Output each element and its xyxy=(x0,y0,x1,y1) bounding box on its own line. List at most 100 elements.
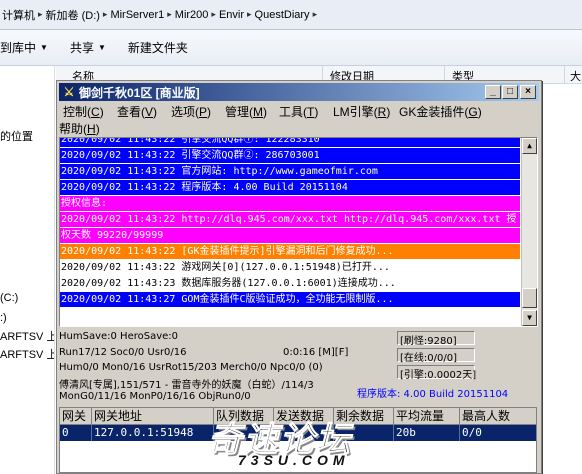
refresh-monster-count: [刷怪:9280] xyxy=(397,331,475,347)
table-header[interactable]: 剩余数据 xyxy=(334,408,394,425)
chevron-down-icon: ▼ xyxy=(40,43,48,52)
share-button[interactable]: 共享 ▼ xyxy=(70,39,106,56)
nav-item-location[interactable]: 的位置 xyxy=(0,128,33,144)
breadcrumb-label: Mir200 xyxy=(174,8,209,21)
menu-item[interactable]: 帮助(H) xyxy=(59,120,100,137)
new-folder-button[interactable]: 新建文件夹 xyxy=(128,39,188,56)
log-line: 2020/09/02 11:43:22 [GK金装插件提示]引擎漏洞和后门修复成… xyxy=(60,244,520,259)
table-header[interactable]: 网关地址 xyxy=(92,408,214,425)
file-list-background xyxy=(542,84,582,474)
breadcrumb-item[interactable]: Envir ▸ xyxy=(219,9,255,21)
log-line: 2020/09/02 11:43:22 http://dlq.945.com/x… xyxy=(60,212,520,227)
nav-item-drive-c[interactable]: (C:) xyxy=(0,292,18,304)
share-label: 共享 xyxy=(69,41,94,55)
table-cell[interactable] xyxy=(334,425,394,441)
version-label: 程序版本: 4.00 Build 20151104 xyxy=(357,389,509,400)
new-folder-label: 新建文件夹 xyxy=(127,41,188,55)
table-cell[interactable]: 20b xyxy=(394,425,460,441)
nav-item-network-2[interactable]: ARFTSV 上 xyxy=(0,346,54,362)
log-panel[interactable]: 2020/09/02 11:43:22 引擎交流QQ群①: 122283310 2… xyxy=(59,137,538,327)
chevron-right-icon[interactable]: ▸ xyxy=(38,9,43,20)
breadcrumb-item[interactable]: QuestDiary ▸ xyxy=(255,9,321,21)
chevron-right-icon[interactable]: ▸ xyxy=(247,9,252,20)
log-line: 2020/09/02 11:43:27 GOM金装插件C版验证成功，全功能无限制… xyxy=(60,292,520,307)
scroll-thumb[interactable] xyxy=(522,288,537,308)
column-divider xyxy=(564,66,565,83)
table-cell[interactable]: 127.0.0.1:51948 xyxy=(92,425,214,441)
chevron-right-icon[interactable]: ▸ xyxy=(167,9,172,20)
menu-item[interactable]: 工具(T) xyxy=(279,103,318,120)
table-header[interactable]: 发送数据 xyxy=(274,408,334,425)
chevron-right-icon[interactable]: ▸ xyxy=(211,9,216,20)
breadcrumb-label: 计算机 xyxy=(2,9,35,22)
breadcrumb-item[interactable]: 新加卷 (D:) ▸ xyxy=(46,7,111,23)
scroll-up-arrow-icon[interactable]: ▲ xyxy=(522,138,537,154)
address-bar[interactable]: 计算机 ▸ 新加卷 (D:) ▸ MirServer1 ▸ Mir200 ▸ Envir ▸ Que… xyxy=(0,0,582,30)
menu-item-accelerator: M xyxy=(253,105,264,119)
chevron-right-icon[interactable]: ▸ xyxy=(103,9,108,20)
chevron-down-icon: ▼ xyxy=(97,43,106,52)
online-count: [在线:0/0/0] xyxy=(397,348,475,364)
column-size[interactable]: 大 xyxy=(570,68,581,83)
include-library-button[interactable]: 到库中 ▼ xyxy=(0,39,48,56)
menu-item-accelerator: V xyxy=(145,105,154,119)
minimize-button[interactable]: _ xyxy=(485,85,501,99)
menu-item-accelerator: C xyxy=(91,105,100,119)
menu-item[interactable]: 管理(M) xyxy=(225,103,267,120)
menu-item-label: 查看 xyxy=(117,105,142,119)
log-line: 2020/09/02 11:43:22 游戏网关[0](127.0.0.1:51… xyxy=(60,260,520,275)
maximize-button[interactable]: □ xyxy=(502,85,518,99)
scroll-down-arrow-icon[interactable]: ▼ xyxy=(522,310,537,326)
table-header[interactable]: 平均流量 xyxy=(394,408,460,425)
table-cell[interactable]: 0 xyxy=(60,425,92,441)
table-header[interactable]: 网关 xyxy=(60,408,92,425)
breadcrumb-label: Envir xyxy=(218,8,244,21)
table-header[interactable]: 队列数据 xyxy=(214,408,274,425)
menu-item[interactable]: 查看(V) xyxy=(117,103,157,120)
window-titlebar[interactable]: ⚔ 御剑千秋01区 [商业版] _ □ × xyxy=(59,83,539,101)
menu-item-accelerator: G xyxy=(468,105,478,119)
breadcrumb-item[interactable]: MirServer1 ▸ xyxy=(110,9,174,21)
menu-item-label: 控制 xyxy=(63,105,88,119)
close-button[interactable]: × xyxy=(520,85,536,99)
breadcrumb-item[interactable]: Mir200 ▸ xyxy=(175,9,219,21)
navigation-pane: 的位置 (C:) :) ARFTSV 上 ARFTSV 上 xyxy=(0,66,55,474)
menu-item-label: GK金装插件 xyxy=(399,105,465,119)
menu-item[interactable]: 选项(P) xyxy=(171,103,211,120)
log-line: 权天数 99220/99999 xyxy=(60,228,520,243)
engine-days: [引擎:0.0002天] xyxy=(397,365,476,381)
breadcrumb-item[interactable]: 计算机 ▸ xyxy=(2,7,46,23)
menu-item[interactable]: GK金装插件(G) xyxy=(399,103,482,120)
nav-item-network-1[interactable]: ARFTSV 上 xyxy=(0,328,54,344)
log-line: 授权信息: xyxy=(60,196,520,211)
menu-item-label: 工具 xyxy=(279,105,304,119)
run-status: Run17/12 Soc0/0 Usr0/16 xyxy=(59,347,187,358)
menu-item-label: LM引擎 xyxy=(333,105,374,119)
menu-item-accelerator: R xyxy=(377,105,387,119)
table-cell[interactable]: 0/0 xyxy=(460,425,536,441)
log-scrollbar[interactable]: ▲ ▼ xyxy=(521,138,537,326)
chevron-right-icon[interactable]: ▸ xyxy=(313,9,318,20)
log-line: 2020/09/02 11:43:22 引擎交流QQ群①: 122283310 xyxy=(60,138,520,147)
table-cell[interactable] xyxy=(214,425,274,441)
menu-item[interactable]: LM引擎(R) xyxy=(333,103,390,120)
menu-item-accelerator: P xyxy=(199,105,208,119)
status-panel: HumSave:0 HeroSave:0 [刷怪:9280] Run17/12 … xyxy=(59,329,539,403)
uptime: 0:0:16 [M][F] xyxy=(283,347,349,358)
explorer-toolbar: 到库中 ▼ 共享 ▼ 新建文件夹 xyxy=(0,30,582,66)
log-line: 2020/09/02 11:43:22 官方网站: http://www.gam… xyxy=(60,164,520,179)
table-header[interactable]: 最高人数 xyxy=(460,408,536,425)
nav-item-drive-d[interactable]: :) xyxy=(0,312,7,324)
menu-item-label: 管理 xyxy=(225,105,250,119)
log-line: 2020/09/02 11:43:22 程序版本: 4.00 Build 201… xyxy=(60,180,520,195)
table-cell[interactable] xyxy=(274,425,334,441)
gateway-table: 网关 网关地址 队列数据 发送数据 剩余数据 平均流量 最高人数 0 127.0.0.1:519… xyxy=(59,407,537,473)
log-line: 2020/09/02 11:43:23 数据库服务器(127.0.0.1:600… xyxy=(60,276,520,291)
log-line: 2020/09/02 11:43:22 引擎交流QQ群②: 286703001 xyxy=(60,148,520,163)
breadcrumb-label: 新加卷 (D:) xyxy=(45,9,100,22)
server-window: ⚔ 御剑千秋01区 [商业版] _ □ × 控制(C) 查看(V) 选项(P) 管理(… xyxy=(56,80,542,474)
menu-item[interactable]: 控制(C) xyxy=(63,103,104,120)
save-status: HumSave:0 HeroSave:0 xyxy=(59,331,179,342)
include-library-label: 到库中 xyxy=(0,41,37,55)
menu-item-label: 帮助 xyxy=(59,122,84,136)
